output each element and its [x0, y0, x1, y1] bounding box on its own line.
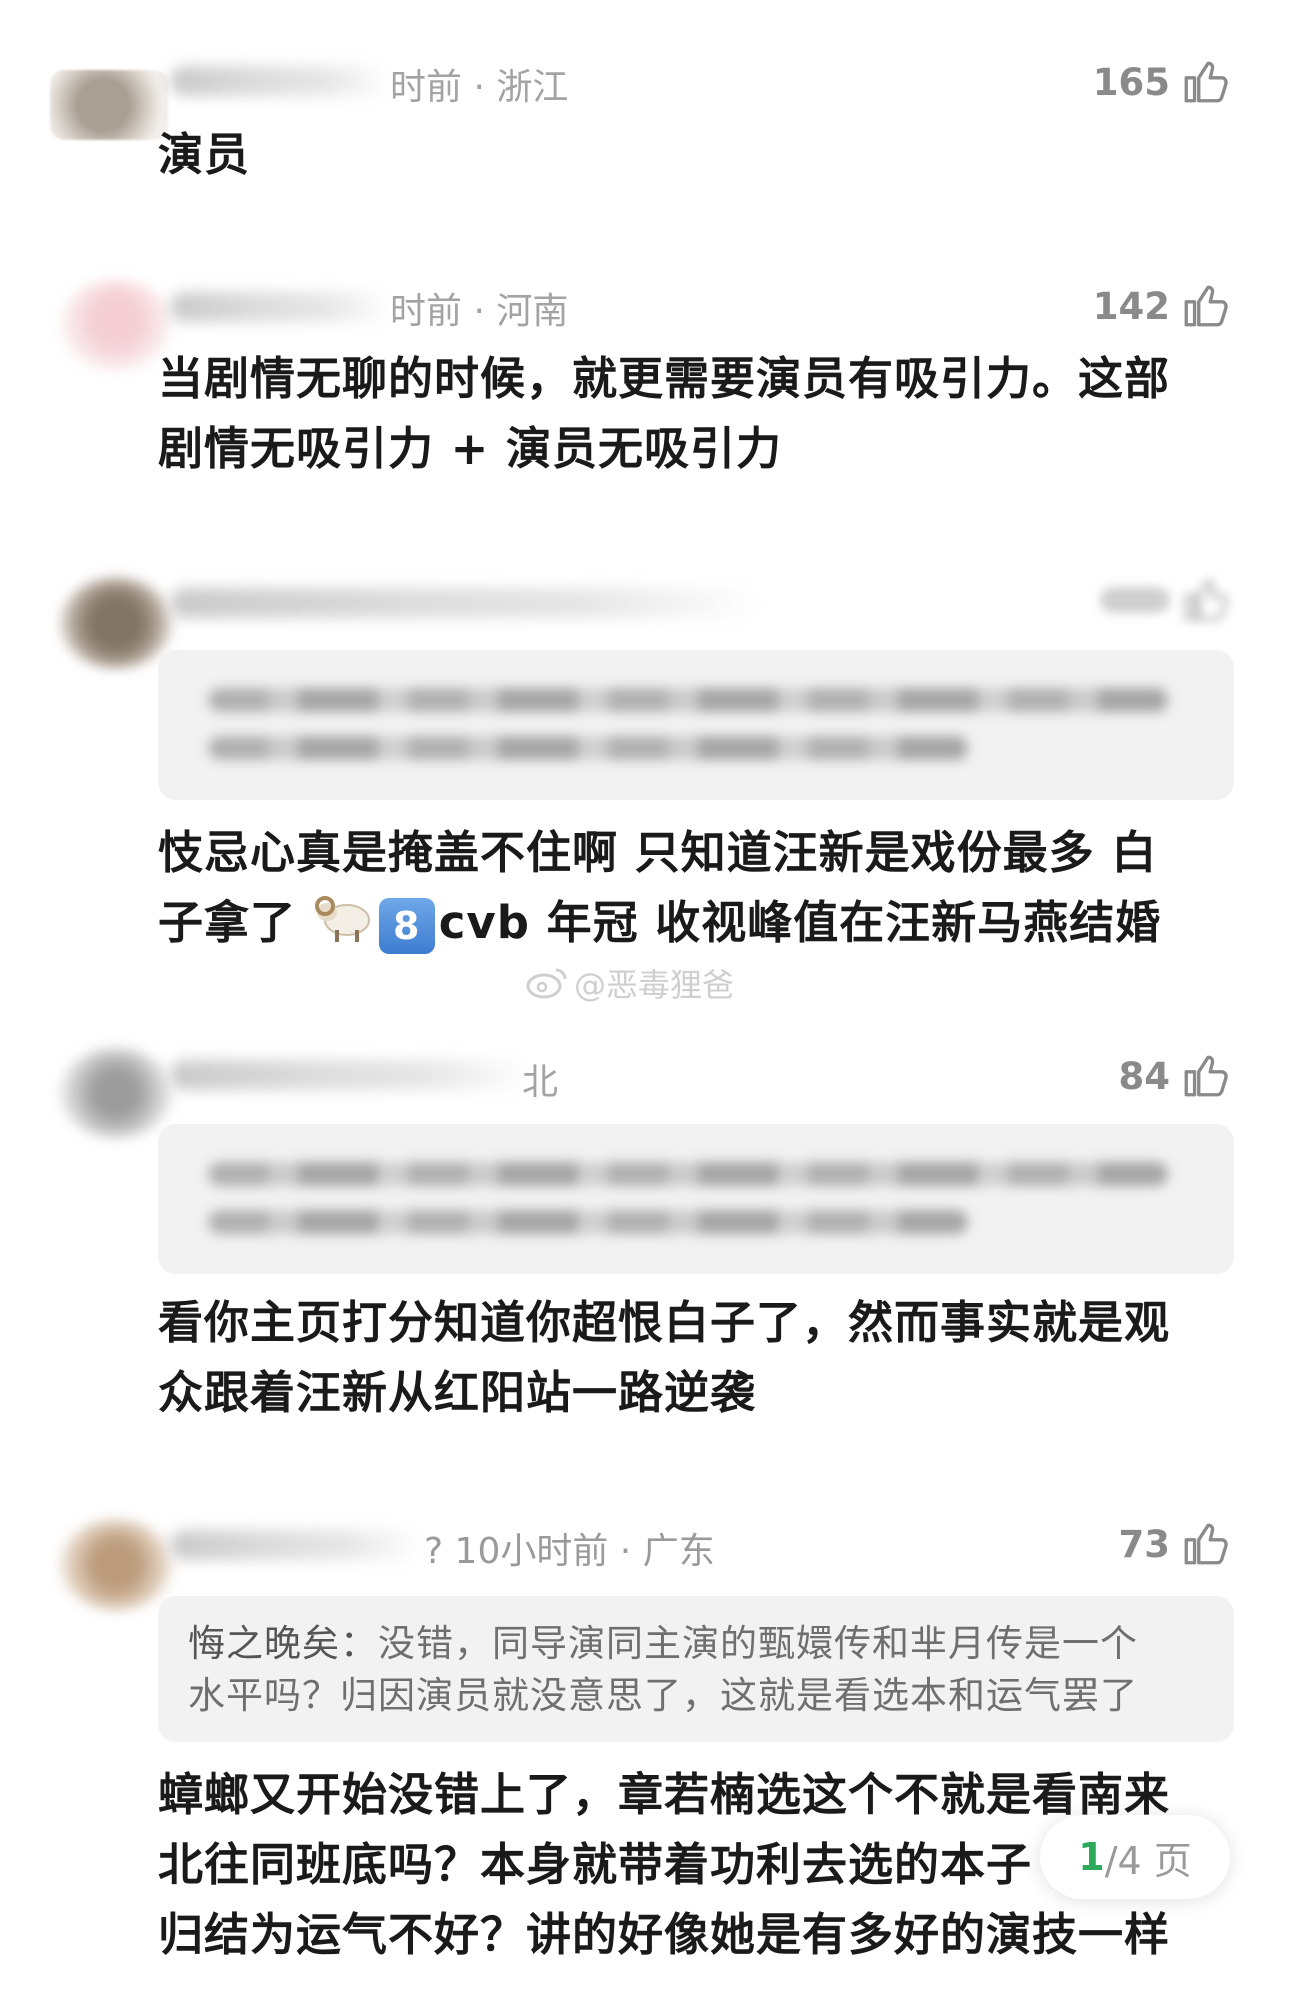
thumbs-up-icon	[1184, 579, 1228, 621]
comment-text-line: 当剧情无聊的时候，就更需要演员有吸引力。这部	[158, 352, 1171, 405]
like-count: 165	[1092, 60, 1170, 104]
username-blurred[interactable]	[170, 588, 760, 618]
quoted-reply-blurred[interactable]	[158, 650, 1234, 800]
thumbs-up-icon	[1184, 1523, 1228, 1565]
username-blurred[interactable]	[170, 66, 390, 96]
comment-text: 忮忌心真是掩盖不住啊 只知道汪新是戏份最多 白 子拿了 8 cvb 年冠 收视峰值…	[158, 818, 1238, 964]
page-indicator[interactable]: 1/4 页	[1040, 1815, 1230, 1899]
comment-meta: 时前 · 浙江	[390, 67, 569, 108]
username-blurred[interactable]	[170, 1530, 420, 1560]
blurred-line	[208, 1162, 1168, 1186]
like-button[interactable]: 165	[1093, 56, 1230, 108]
comment-meta: 北	[522, 1062, 559, 1103]
avatar[interactable]	[60, 1048, 172, 1138]
quoted-reply-line: 水平吗？归因演员就没意思了，这就是看选本和运气罢了	[188, 1674, 1138, 1717]
comment-text-fragment: cvb 年冠 收视峰值在汪新马燕结婚	[438, 896, 1162, 949]
like-button[interactable]: 142	[1093, 280, 1230, 332]
quoted-reply-text: 悔之晚矣：没错，同导演同主演的甄嬛传和芈月传是一个 水平吗？归因演员就没意思了，…	[188, 1618, 1208, 1722]
comment-text-line: 子拿了 8 cvb 年冠 收视峰值在汪新马燕结婚	[158, 888, 1238, 964]
comment-text-line: 看你主页打分知道你超恨白子了，然而事实就是观	[158, 1296, 1171, 1349]
comment-text-line: 归结为运气不好？讲的好像她是有多好的演技一样	[158, 1908, 1171, 1961]
avatar[interactable]	[60, 280, 172, 370]
comment-meta: 时前 · 河南	[390, 291, 569, 332]
current-page: 1	[1078, 1835, 1105, 1879]
comment-text-fragment: 子拿了	[158, 896, 297, 949]
weibo-logo-icon	[526, 968, 567, 999]
like-button[interactable]: 84	[1119, 1050, 1231, 1102]
thumbs-up-icon	[1184, 285, 1228, 327]
avatar[interactable]	[60, 578, 172, 668]
avatar[interactable]	[60, 1520, 172, 1610]
like-button[interactable]	[1100, 574, 1230, 626]
quoted-reply-line: 悔之晚矣：没错，同导演同主演的甄嬛传和芈月传是一个	[188, 1618, 1208, 1670]
like-count: 84	[1118, 1054, 1171, 1098]
comment-text-line: 剧情无吸引力 + 演员无吸引力	[158, 422, 783, 475]
watermark-text: @恶毒狸爸	[574, 966, 735, 1004]
keycap-emoji: 8	[378, 898, 435, 954]
ram-emoji	[313, 888, 375, 964]
like-count: 142	[1092, 284, 1170, 328]
comment-text: 看你主页打分知道你超恨白子了，然而事实就是观 众跟着汪新从红阳站一路逆袭	[158, 1288, 1238, 1428]
page-total: /4 页	[1104, 1838, 1192, 1883]
quoted-author[interactable]: 悔之晚矣：	[188, 1622, 378, 1665]
blurred-line	[208, 1210, 968, 1234]
comment-text-line: 忮忌心真是掩盖不住啊 只知道汪新是戏份最多 白	[158, 826, 1158, 879]
quoted-reply[interactable]: 悔之晚矣：没错，同导演同主演的甄嬛传和芈月传是一个 水平吗？归因演员就没意思了，…	[158, 1596, 1234, 1742]
quoted-reply-blurred[interactable]	[158, 1124, 1234, 1274]
thumbs-up-icon	[1184, 61, 1228, 103]
quoted-text: 没错，同导演同主演的甄嬛传和芈月传是一个	[378, 1622, 1138, 1665]
comment-text: 当剧情无聊的时候，就更需要演员有吸引力。这部 剧情无吸引力 + 演员无吸引力	[158, 344, 1238, 484]
like-count: 73	[1118, 1522, 1171, 1566]
thumbs-up-icon	[1184, 1055, 1228, 1097]
username-blurred[interactable]	[170, 1060, 530, 1090]
blurred-line	[208, 688, 1168, 712]
username-blurred[interactable]	[170, 292, 390, 322]
comment-meta: ? 10小时前 · 广东	[424, 1531, 715, 1572]
avatar[interactable]	[50, 70, 168, 140]
watermark: @恶毒狸爸	[526, 960, 734, 1006]
comment-text: 演员	[158, 128, 251, 181]
blurred-line	[208, 736, 968, 760]
like-button[interactable]: 73	[1119, 1518, 1231, 1570]
comment-text-line: 众跟着汪新从红阳站一路逆袭	[158, 1366, 757, 1419]
